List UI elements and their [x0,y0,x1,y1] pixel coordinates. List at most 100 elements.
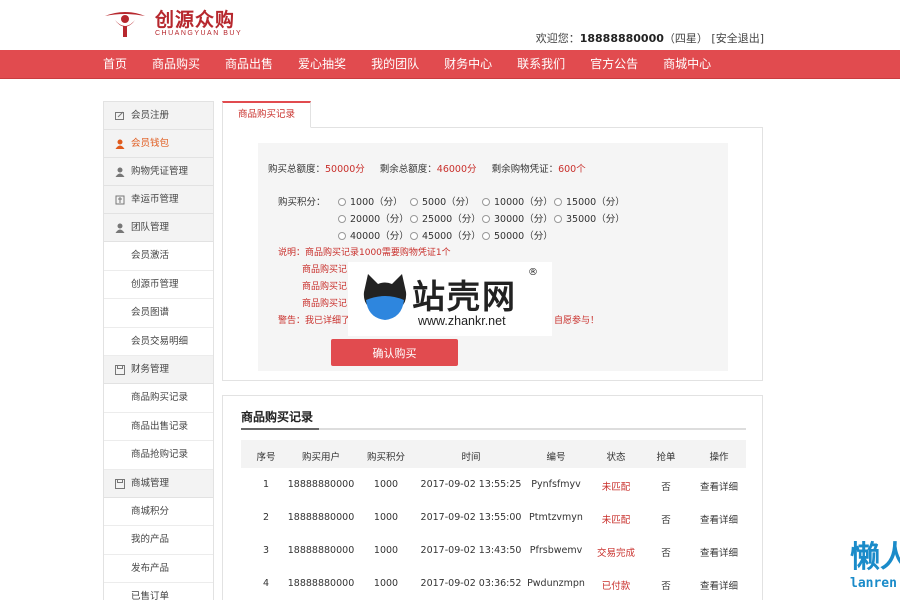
voucher-label: 剩余购物凭证： [491,164,559,175]
nav-item-team[interactable]: 我的团队 [371,50,419,79]
sidebar-label: 财务管理 [131,364,170,375]
sidebar-subitem-sell-records[interactable]: 商品出售记录 [104,412,213,441]
nav-item-mall[interactable]: 商城中心 [663,50,711,79]
site-logo[interactable]: 创源众购 CHUANGYUAN BUY [103,10,242,38]
cell-grab: 否 [661,581,671,592]
points-radio-45000[interactable]: 45000（分） [410,228,481,242]
quota-line: 购买总额度：50000分 剩余总额度：46000分 剩余购物凭证：600个 [268,161,586,175]
note-line: 商品购买记 [302,299,348,309]
cell-status: 未匹配 [601,515,631,526]
col-header-points: 购买积分 [366,452,405,463]
sidebar-item-finance[interactable]: 财务管理 [104,356,213,384]
points-radio-15000[interactable]: 15000（分） [554,194,625,208]
view-detail-link[interactable]: 查看详细 [689,479,749,493]
points-radio-20000[interactable]: 20000（分） [338,211,409,225]
logout-link[interactable]: [安全退出] [711,32,764,45]
voucher-value: 600个 [558,164,586,175]
note-line: 商品购买记 [302,282,348,292]
logo-name-cn: 创源众购 [155,9,236,31]
sidebar-item-team[interactable]: 团队管理 [104,214,213,242]
cell-points: 1000 [373,578,399,589]
user-icon [115,167,125,177]
nav-item-buy[interactable]: 商品购买 [152,50,200,79]
points-radio-1000[interactable]: 1000（分） [338,194,403,208]
table-row: 3 18888880000 1000 2017-09-02 13:43:50 P… [241,534,746,567]
table-header: 序号 购买用户 购买积分 时间 编号 状态 抢单 操作 [241,440,746,468]
col-header-index: 序号 [256,452,276,463]
cell-grab: 否 [661,548,671,559]
cell-time: 2017-09-02 03:36:52 [420,578,522,589]
sidebar-item-lucky-coin[interactable]: 幸运币管理 [104,186,213,214]
points-radio-30000[interactable]: 30000（分） [482,211,553,225]
sidebar: 会员注册 会员钱包 购物凭证管理 幸运币管理 团队管理 会员激活 创源币管理 会… [103,101,214,600]
total-quota-label: 购买总额度： [268,164,326,175]
sidebar-item-mall[interactable]: 商城管理 [104,469,213,498]
view-detail-link[interactable]: 查看详细 [689,545,749,559]
points-radio-35000[interactable]: 35000（分） [554,211,625,225]
nav-item-home[interactable]: 首页 [103,50,127,79]
sidebar-subitem-publish[interactable]: 发布产品 [104,554,213,583]
edit-icon [115,111,124,120]
purchase-panel: 购买总额度：50000分 剩余总额度：46000分 剩余购物凭证：600个 购买… [222,127,763,381]
points-radio-50000[interactable]: 50000（分） [482,228,553,242]
welcome-text: 欢迎您： [535,32,580,45]
col-header-status: 状态 [606,452,626,463]
confirm-purchase-button[interactable]: 确认购买 [331,339,458,366]
view-detail-link[interactable]: 查看详细 [689,512,749,526]
sidebar-item-voucher[interactable]: 购物凭证管理 [104,158,213,186]
warning-text-right: 自愿参与！ [554,316,600,326]
cell-user: 18888880000 [287,578,355,589]
records-panel: 商品购买记录 序号 购买用户 购买积分 时间 编号 状态 抢单 操作 1 188… [222,395,763,600]
points-radio-10000[interactable]: 10000（分） [482,194,553,208]
table-row: 1 18888880000 1000 2017-09-02 13:55:25 P… [241,468,746,501]
radio-circle [338,232,346,240]
radio-circle [482,232,490,240]
sidebar-item-wallet[interactable]: 会员钱包 [104,130,213,158]
points-radio-25000[interactable]: 25000（分） [410,211,481,225]
table-row: 4 18888880000 1000 2017-09-02 03:36:52 P… [241,567,746,600]
sidebar-subitem-trades[interactable]: 会员交易明细 [104,327,213,356]
col-header-action: 操作 [709,452,729,463]
cell-time: 2017-09-02 13:55:00 [420,512,522,523]
sidebar-subitem-buy-records[interactable]: 商品购买记录 [104,384,213,413]
cell-index: 4 [262,578,270,589]
sidebar-subitem-products[interactable]: 我的产品 [104,526,213,555]
points-radio-40000[interactable]: 40000（分） [338,228,409,242]
sidebar-subitem-grab-records[interactable]: 商品抢购记录 [104,441,213,470]
points-label: 购买积分： [278,197,326,208]
remain-quota-value: 46000分 [436,164,477,175]
cell-points: 1000 [373,512,399,523]
sidebar-subitem-sold[interactable]: 已售订单 [104,583,213,600]
cell-code: Pwdunzmpn [527,578,585,589]
sidebar-subitem-activate[interactable]: 会员激活 [104,242,213,271]
points-radio-5000[interactable]: 5000（分） [410,194,475,208]
header: 创源众购 CHUANGYUAN BUY 欢迎您：18888880000（四星） … [0,0,900,50]
note-line: 商品购买记 [302,265,348,275]
logo-name-en: CHUANGYUAN BUY [155,30,243,37]
col-header-user: 购买用户 [301,452,340,463]
nav-item-sell[interactable]: 商品出售 [225,50,273,79]
sidebar-label: 商城管理 [131,477,170,489]
remain-quota-label: 剩余总额度： [379,164,437,175]
note-line: 说明：商品购买记录1000需要购物凭证1个 [278,248,451,258]
cell-index: 1 [262,479,270,490]
cell-status: 交易完成 [596,548,635,559]
nav-item-notice[interactable]: 官方公告 [590,50,638,79]
cell-index: 2 [262,512,270,523]
sidebar-subitem-coin[interactable]: 创源币管理 [104,270,213,299]
sidebar-subitem-graph[interactable]: 会员图谱 [104,299,213,328]
tab-buy-records[interactable]: 商品购买记录 [222,101,311,128]
cell-code: Ptmtzvmyn [529,512,583,523]
sidebar-subitem-points[interactable]: 商城积分 [104,497,213,526]
col-header-time: 时间 [461,452,481,463]
cell-index: 3 [262,545,270,556]
nav-item-lottery[interactable]: 爱心抽奖 [298,50,346,79]
nav-item-contact[interactable]: 联系我们 [517,50,565,79]
sidebar-item-register[interactable]: 会员注册 [104,102,213,130]
cell-points: 1000 [373,545,399,556]
save-icon [115,365,125,375]
nav-item-finance[interactable]: 财务中心 [444,50,492,79]
view-detail-link[interactable]: 查看详细 [689,578,749,592]
cell-points: 1000 [373,479,399,490]
cell-user: 18888880000 [287,545,355,556]
